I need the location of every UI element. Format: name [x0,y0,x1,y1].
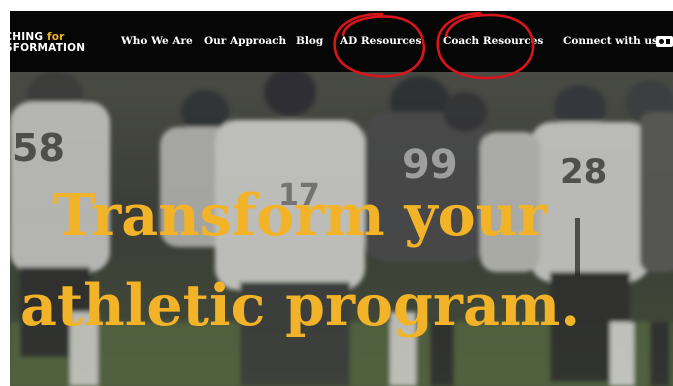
nav-who-we-are[interactable]: Who We Are [121,35,193,47]
text-cursor [575,218,580,276]
website-frame: ACHING for NSFORMATION Who We Are Our Ap… [10,11,673,386]
logo-line2: NSFORMATION [10,42,86,54]
brand-icon[interactable] [656,36,673,47]
nav-connect[interactable]: Connect with us [563,35,658,47]
nav-our-approach[interactable]: Our Approach [204,35,286,47]
hero-headline-line2: athletic program. [20,272,581,339]
hero-headline-line1: Transform your [53,182,548,249]
nav-blog[interactable]: Blog [296,35,323,47]
hero-section: 58 99 28 17 Transform your athletic prog… [10,72,673,386]
site-navbar: ACHING for NSFORMATION Who We Are Our Ap… [10,11,673,72]
jersey-number: 58 [12,126,65,170]
nav-ad-resources[interactable]: AD Resources [340,35,421,47]
nav-coach-resources[interactable]: Coach Resources [443,35,543,47]
site-logo[interactable]: ACHING for NSFORMATION [10,32,85,54]
